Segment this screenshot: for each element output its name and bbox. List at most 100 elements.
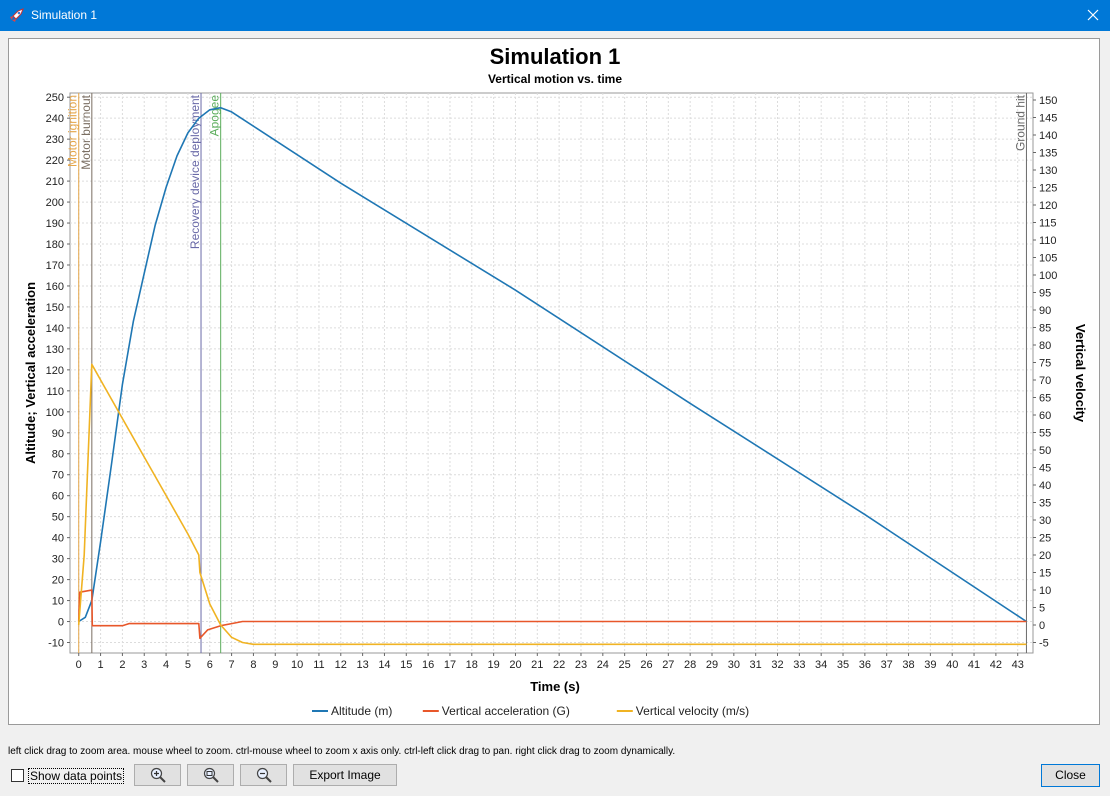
x-tick-label: 17 bbox=[444, 659, 456, 671]
y-right-tick-label: 100 bbox=[1039, 270, 1057, 282]
x-tick-label: 4 bbox=[163, 659, 169, 671]
y-left-tick-label: 130 bbox=[46, 344, 64, 356]
x-tick-label: 27 bbox=[662, 659, 674, 671]
x-tick-label: 3 bbox=[141, 659, 147, 671]
x-tick-label: 24 bbox=[597, 659, 609, 671]
x-tick-label: 42 bbox=[990, 659, 1002, 671]
window-close-button[interactable] bbox=[1076, 0, 1110, 31]
bottom-toolbar: Show data points Export Image bbox=[0, 764, 1110, 788]
zoom-out-icon bbox=[256, 767, 272, 783]
y-left-tick-label: 120 bbox=[46, 365, 64, 377]
y-left-tick-label: 210 bbox=[46, 176, 64, 188]
x-tick-label: 1 bbox=[98, 659, 104, 671]
y-left-tick-label: 230 bbox=[46, 134, 64, 146]
x-tick-label: 6 bbox=[207, 659, 213, 671]
y-left-tick-label: 70 bbox=[52, 470, 64, 482]
simulation-chart[interactable]: Simulation 1Vertical motion vs. time0 1 2 3… bbox=[9, 39, 1101, 726]
legend-label: Vertical velocity (m/s) bbox=[636, 704, 749, 718]
y-right-tick-label: 60 bbox=[1039, 410, 1051, 422]
x-tick-label: 39 bbox=[924, 659, 936, 671]
event-marker-label: Motor ignition bbox=[66, 95, 80, 167]
y-left-tick-label: 170 bbox=[46, 260, 64, 272]
x-tick-label: 35 bbox=[837, 659, 849, 671]
y-right-tick-label: 25 bbox=[1039, 533, 1051, 545]
y-left-tick-label: 240 bbox=[46, 113, 64, 125]
y-left-tick-label: 30 bbox=[52, 554, 64, 566]
x-tick-label: 26 bbox=[640, 659, 652, 671]
y-right-tick-label: 0 bbox=[1039, 620, 1045, 632]
x-tick-label: 22 bbox=[553, 659, 565, 671]
y-left-tick-label: 0 bbox=[58, 617, 64, 629]
zoom-out-button[interactable] bbox=[240, 764, 287, 786]
y-right-tick-label: 135 bbox=[1039, 148, 1057, 160]
x-tick-label: 18 bbox=[466, 659, 478, 671]
x-tick-label: 7 bbox=[229, 659, 235, 671]
export-image-button[interactable]: Export Image bbox=[293, 764, 397, 786]
rocket-icon bbox=[10, 8, 24, 22]
y-right-tick-label: 10 bbox=[1039, 585, 1051, 597]
chart-panel[interactable]: Simulation 1 Vertical motion vs. time 0 1 2 3… bbox=[8, 38, 1100, 725]
y-right-tick-label: 70 bbox=[1039, 375, 1051, 387]
window-title: Simulation 1 bbox=[31, 8, 98, 22]
show-data-points-label[interactable]: Show data points bbox=[28, 768, 125, 784]
x-tick-label: 29 bbox=[706, 659, 718, 671]
zoom-fit-button[interactable] bbox=[187, 764, 234, 786]
y-right-tick-label: 55 bbox=[1039, 428, 1051, 440]
y-right-tick-label: 150 bbox=[1039, 95, 1057, 107]
x-tick-label: 0 bbox=[76, 659, 82, 671]
x-tick-label: 25 bbox=[619, 659, 631, 671]
x-tick-label: 11 bbox=[313, 659, 324, 671]
x-tick-label: 21 bbox=[531, 659, 543, 671]
legend-label: Vertical acceleration (G) bbox=[442, 704, 570, 718]
y-left-tick-label: 50 bbox=[52, 512, 64, 524]
y-right-tick-label: -5 bbox=[1039, 638, 1049, 650]
event-marker-label: Ground hit bbox=[1013, 94, 1027, 151]
close-icon bbox=[1087, 9, 1099, 21]
x-tick-label: 40 bbox=[946, 659, 958, 671]
y-right-tick-label: 80 bbox=[1039, 340, 1051, 352]
y-left-tick-label: 90 bbox=[52, 428, 64, 440]
y-right-tick-label: 20 bbox=[1039, 550, 1051, 562]
x-tick-label: 36 bbox=[859, 659, 871, 671]
x-tick-label: 30 bbox=[728, 659, 740, 671]
event-marker-label: Apogee bbox=[208, 95, 222, 137]
zoom-in-icon bbox=[150, 767, 166, 783]
y-right-tick-label: 45 bbox=[1039, 463, 1051, 475]
zoom-in-button[interactable] bbox=[134, 764, 181, 786]
x-tick-label: 14 bbox=[378, 659, 390, 671]
zoom-hint: left click drag to zoom area. mouse whee… bbox=[8, 746, 676, 757]
y-right-tick-label: 120 bbox=[1039, 200, 1057, 212]
y-left-tick-label: 150 bbox=[46, 302, 64, 314]
x-tick-label: 12 bbox=[335, 659, 347, 671]
close-button[interactable]: Close bbox=[1041, 764, 1100, 787]
event-marker-label: Motor burnout bbox=[79, 94, 93, 169]
y-left-tick-label: 140 bbox=[46, 323, 64, 335]
plot-area bbox=[69, 92, 1034, 654]
x-tick-label: 2 bbox=[119, 659, 125, 671]
y-left-tick-label: 160 bbox=[46, 281, 64, 293]
x-tick-label: 37 bbox=[881, 659, 893, 671]
y-right-tick-label: 30 bbox=[1039, 515, 1051, 527]
zoom-fit-icon bbox=[203, 767, 219, 783]
x-tick-label: 20 bbox=[509, 659, 521, 671]
show-data-points-checkbox[interactable] bbox=[11, 769, 24, 782]
x-tick-label: 23 bbox=[575, 659, 587, 671]
x-tick-label: 8 bbox=[250, 659, 256, 671]
y-left-tick-label: 40 bbox=[52, 533, 64, 545]
y-left-tick-label: 190 bbox=[46, 218, 64, 230]
y-left-tick-label: 100 bbox=[46, 407, 64, 419]
x-tick-label: 28 bbox=[684, 659, 696, 671]
y-left-tick-label: 200 bbox=[46, 197, 64, 209]
y-right-tick-label: 140 bbox=[1039, 130, 1057, 142]
y-right-tick-label: 115 bbox=[1039, 218, 1057, 230]
y-right-tick-label: 130 bbox=[1039, 165, 1057, 177]
x-tick-label: 5 bbox=[185, 659, 191, 671]
y-left-tick-label: 20 bbox=[52, 575, 64, 587]
y-left-tick-label: 220 bbox=[46, 155, 64, 167]
y-right-tick-label: 85 bbox=[1039, 323, 1051, 335]
y-left-tick-label: 80 bbox=[52, 449, 64, 461]
x-tick-label: 34 bbox=[815, 659, 827, 671]
x-axis-label: Time (s) bbox=[530, 679, 580, 694]
y-right-tick-label: 110 bbox=[1039, 235, 1057, 247]
y-right-tick-label: 95 bbox=[1039, 288, 1051, 300]
